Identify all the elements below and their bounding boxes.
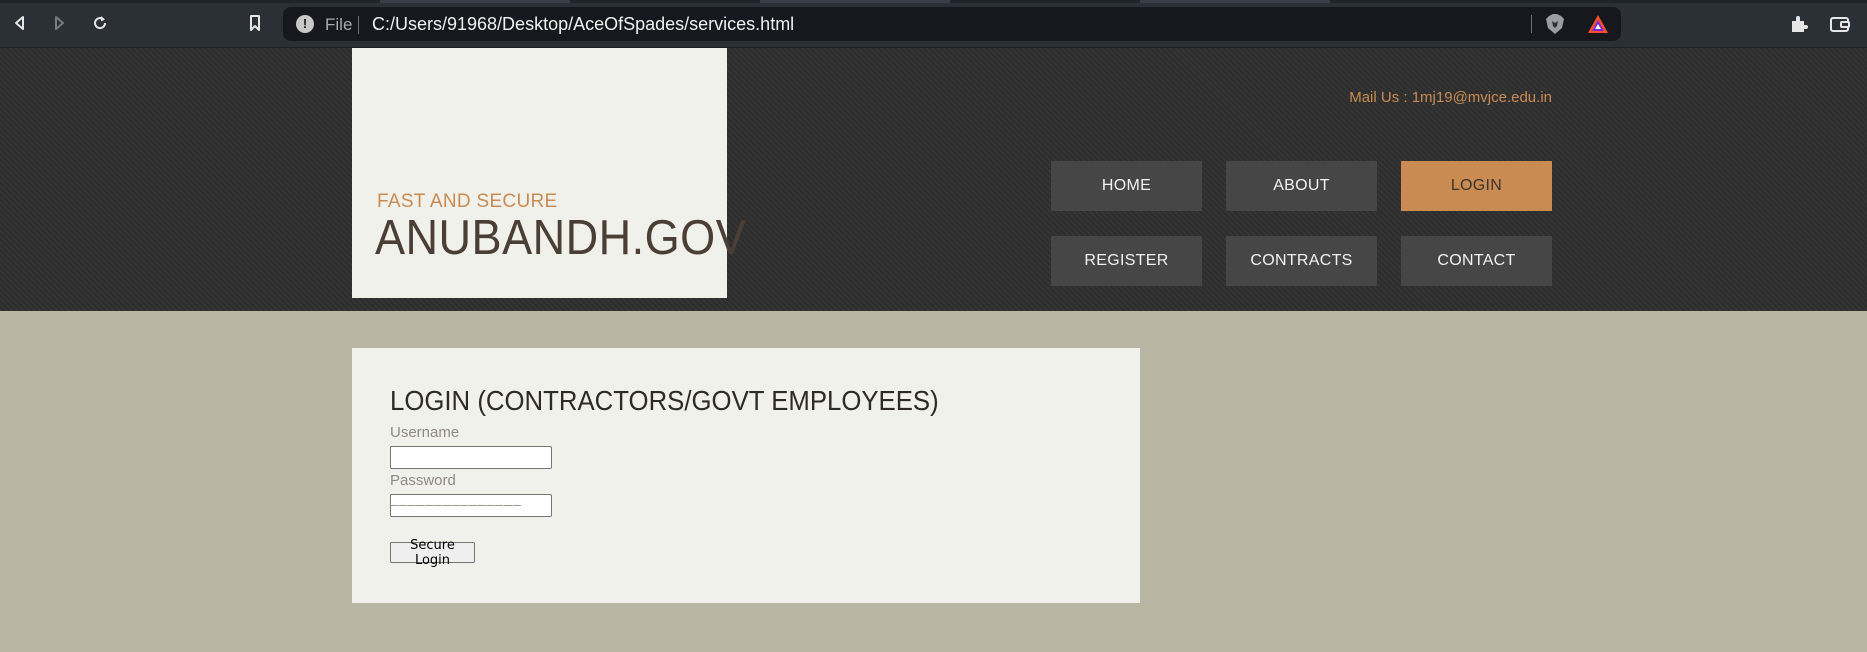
username-label: Username (390, 424, 460, 441)
nav-home-button[interactable]: HOME (1051, 161, 1202, 211)
nav-register-button[interactable]: REGISTER (1051, 236, 1202, 286)
password-label: Password (390, 472, 456, 489)
forward-icon[interactable] (48, 12, 70, 34)
logo-title: ANUBANDH.GOV (375, 211, 747, 265)
username-input[interactable] (390, 446, 552, 469)
brave-shields-icon[interactable] (1545, 13, 1565, 35)
back-icon[interactable] (9, 12, 31, 34)
site-info-icon[interactable]: ! (296, 15, 314, 33)
tab-strip (0, 0, 1867, 3)
brave-rewards-icon[interactable] (1587, 14, 1609, 34)
reload-icon[interactable] (89, 12, 111, 34)
nav-contact-button[interactable]: CONTACT (1401, 236, 1552, 286)
address-bar[interactable]: ! File C:/Users/91968/Desktop/AceOfSpade… (283, 7, 1621, 41)
divider (1531, 15, 1532, 33)
file-scheme-label: File (325, 15, 353, 34)
browser-toolbar: ! File C:/Users/91968/Desktop/AceOfSpade… (0, 0, 1867, 48)
divider-line: _______________ (390, 490, 522, 506)
divider (358, 16, 359, 34)
nav-about-button[interactable]: ABOUT (1226, 161, 1377, 211)
wallet-icon[interactable] (1829, 13, 1851, 35)
login-heading: LOGIN (CONTRACTORS/GOVT EMPLOYEES) (390, 385, 939, 416)
bookmark-icon[interactable] (244, 12, 266, 34)
login-panel: LOGIN (CONTRACTORS/GOVT EMPLOYEES) Usern… (352, 348, 1140, 603)
nav-login-button[interactable]: LOGIN (1401, 161, 1552, 211)
contact-email[interactable]: Mail Us : 1mj19@mvjce.edu.in (1290, 89, 1552, 106)
secure-login-button[interactable]: Secure Login (390, 538, 475, 568)
url-text[interactable]: C:/Users/91968/Desktop/AceOfSpades/servi… (372, 14, 794, 35)
nav-contracts-button[interactable]: CONTRACTS (1226, 236, 1377, 286)
extensions-icon[interactable] (1788, 13, 1810, 35)
site-header: FAST AND SECURE ANUBANDH.GOV Mail Us : 1… (0, 48, 1867, 311)
logo[interactable]: FAST AND SECURE ANUBANDH.GOV (352, 48, 746, 298)
